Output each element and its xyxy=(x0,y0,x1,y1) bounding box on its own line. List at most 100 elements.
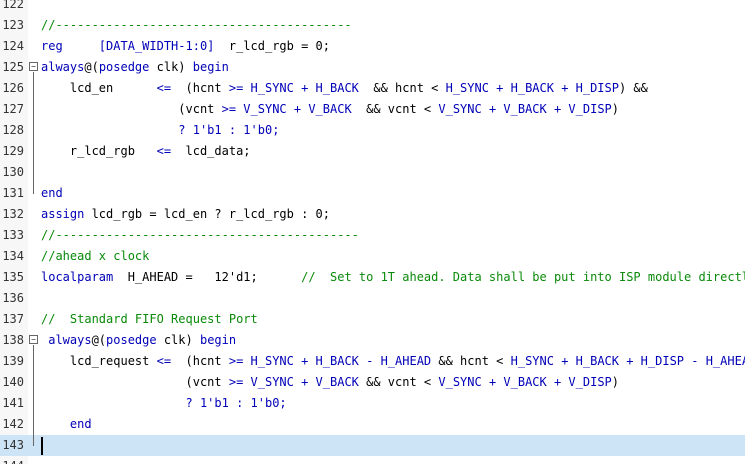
code-token: begin xyxy=(199,333,237,347)
code-token: @( xyxy=(84,60,99,74)
code-token: V_SYNC + V_BACK xyxy=(243,375,359,389)
code-token: lcd_en xyxy=(41,81,157,95)
code-token: reg xyxy=(41,39,63,53)
code-line[interactable]: 141 ? 1'b1 : 1'b0; xyxy=(0,393,745,414)
code-line[interactable]: 126 lcd_en <= (hcnt >= H_SYNC + H_BACK &… xyxy=(0,78,745,99)
line-number: 133 xyxy=(2,228,24,242)
code-text: // Standard FIFO Request Port xyxy=(41,309,258,330)
code-text: //--------------------------------------… xyxy=(41,225,359,246)
code-text: ? 1'b1 : 1'b0; xyxy=(41,393,287,414)
line-number: 132 xyxy=(2,207,24,221)
code-line[interactable]: 127 (vcnt >= V_SYNC + V_BACK && vcnt < V… xyxy=(0,99,745,120)
code-line[interactable]: 130 xyxy=(0,162,745,183)
code-token: <= xyxy=(156,144,172,158)
line-number: 138 xyxy=(2,333,24,347)
code-token: >= xyxy=(228,81,244,95)
code-token: // Set to 1T ahead. Data shall be put in… xyxy=(301,270,745,284)
code-token: && hcnt < xyxy=(358,81,446,95)
code-text: reg [DATA_WIDTH-1:0] r_lcd_rgb = 0; xyxy=(41,36,330,57)
code-token: V_SYNC + V_BACK + V_DISP xyxy=(438,375,612,389)
code-line[interactable]: 128 ? 1'b1 : 1'b0; xyxy=(0,120,745,141)
code-token: [DATA_WIDTH-1:0] xyxy=(98,39,215,53)
code-token: begin xyxy=(192,60,229,74)
code-line[interactable]: 122 xyxy=(0,0,745,15)
code-token: lcd_data; xyxy=(171,144,251,158)
code-text: assign lcd_rgb = lcd_en ? r_lcd_rgb : 0; xyxy=(41,204,330,225)
code-line[interactable]: 131 end xyxy=(0,183,745,204)
line-number: 143 xyxy=(2,438,24,452)
fold-guide-line xyxy=(33,72,34,194)
code-text: //--------------------------------------… xyxy=(41,15,352,36)
line-number: 142 xyxy=(2,417,24,431)
code-line[interactable]: 125− always@(posedge clk) begin xyxy=(0,57,745,78)
code-line[interactable]: 134 //ahead x clock xyxy=(0,246,745,267)
line-number: 129 xyxy=(2,144,24,158)
line-number: 128 xyxy=(2,123,24,137)
code-line[interactable]: 129 r_lcd_rgb <= lcd_data; xyxy=(0,141,745,162)
code-line[interactable]: 133 //-----------------------------------… xyxy=(0,225,745,246)
code-line[interactable]: 135 localparam H_AHEAD = 12'd1; // Set to… xyxy=(0,267,745,288)
code-token: H_AHEAD = 12'd1; xyxy=(113,270,302,284)
code-token: end xyxy=(41,417,92,431)
fold-collapse-icon[interactable]: − xyxy=(29,62,38,71)
code-token: ? 1'b1 : 1'b0; xyxy=(41,123,280,137)
code-token: //--------------------------------------… xyxy=(41,18,352,32)
code-token: posedge xyxy=(98,60,150,74)
code-text: //ahead x clock xyxy=(41,246,149,267)
code-text: ? 1'b1 : 1'b0; xyxy=(41,120,279,141)
code-token: always xyxy=(41,333,92,347)
code-token: assign xyxy=(41,207,85,221)
fold-collapse-icon[interactable]: − xyxy=(29,335,38,344)
code-token: >= xyxy=(228,375,244,389)
code-line[interactable]: 123 //-----------------------------------… xyxy=(0,15,745,36)
line-number: 139 xyxy=(2,354,24,368)
code-token: localparam xyxy=(41,270,114,284)
code-line[interactable]: 124 reg [DATA_WIDTH-1:0] r_lcd_rgb = 0; xyxy=(0,36,745,57)
code-token: H_SYNC + H_BACK - H_AHEAD xyxy=(243,354,432,368)
line-number: 125 xyxy=(2,60,24,74)
code-token: r_lcd_rgb xyxy=(41,144,157,158)
code-line[interactable]: 136 xyxy=(0,288,745,309)
code-text: always@(posedge clk) begin xyxy=(41,330,236,351)
code-token: && hcnt < xyxy=(431,354,511,368)
code-editor[interactable]: 122 123 //--------------------------------… xyxy=(0,0,745,464)
code-token: ) xyxy=(611,375,619,389)
code-line[interactable]: 132 assign lcd_rgb = lcd_en ? r_lcd_rgb :… xyxy=(0,204,745,225)
code-token: ? 1'b1 : 1'b0; xyxy=(41,396,287,410)
code-line[interactable]: 137 // Standard FIFO Request Port xyxy=(0,309,745,330)
code-token: //--------------------------------------… xyxy=(41,228,359,242)
code-line[interactable]: 140 (vcnt >= V_SYNC + V_BACK && vcnt < V… xyxy=(0,372,745,393)
code-token: @( xyxy=(91,333,107,347)
code-token: >= xyxy=(228,354,244,368)
line-number: 127 xyxy=(2,102,24,116)
code-token: (vcnt xyxy=(41,375,229,389)
code-token: (hcnt xyxy=(171,354,229,368)
code-token: posedge xyxy=(106,333,157,347)
code-line[interactable]: 142 end xyxy=(0,414,745,435)
code-token: (vcnt xyxy=(41,102,222,116)
code-text: (vcnt >= V_SYNC + V_BACK && vcnt < V_SYN… xyxy=(41,99,619,120)
code-token: <= xyxy=(156,354,172,368)
code-token: && vcnt < xyxy=(351,102,439,116)
code-token: always xyxy=(41,60,85,74)
code-token: <= xyxy=(156,81,172,95)
code-token: //ahead x clock xyxy=(41,249,150,263)
code-text: localparam H_AHEAD = 12'd1; // Set to 1T… xyxy=(41,267,745,288)
fold-guide-line xyxy=(33,345,34,446)
code-text: lcd_request <= (hcnt >= H_SYNC + H_BACK … xyxy=(41,351,745,372)
code-line[interactable]: 138− always@(posedge clk) begin xyxy=(0,330,745,351)
code-token: (hcnt xyxy=(171,81,229,95)
line-number: 124 xyxy=(2,39,24,53)
code-line[interactable]: 139 lcd_request <= (hcnt >= H_SYNC + H_B… xyxy=(0,351,745,372)
code-line[interactable]: 143 xyxy=(0,435,745,456)
code-token: V_SYNC + V_BACK + V_DISP xyxy=(438,102,612,116)
line-number: 126 xyxy=(2,81,24,95)
code-token: H_SYNC + H_BACK + H_DISP xyxy=(445,81,619,95)
line-number: 140 xyxy=(2,375,24,389)
text-caret xyxy=(41,437,43,455)
code-text: end xyxy=(41,414,92,435)
code-token: clk) xyxy=(156,333,200,347)
code-text: r_lcd_rgb <= lcd_data; xyxy=(41,141,251,162)
code-line[interactable]: 144 xyxy=(0,456,745,464)
